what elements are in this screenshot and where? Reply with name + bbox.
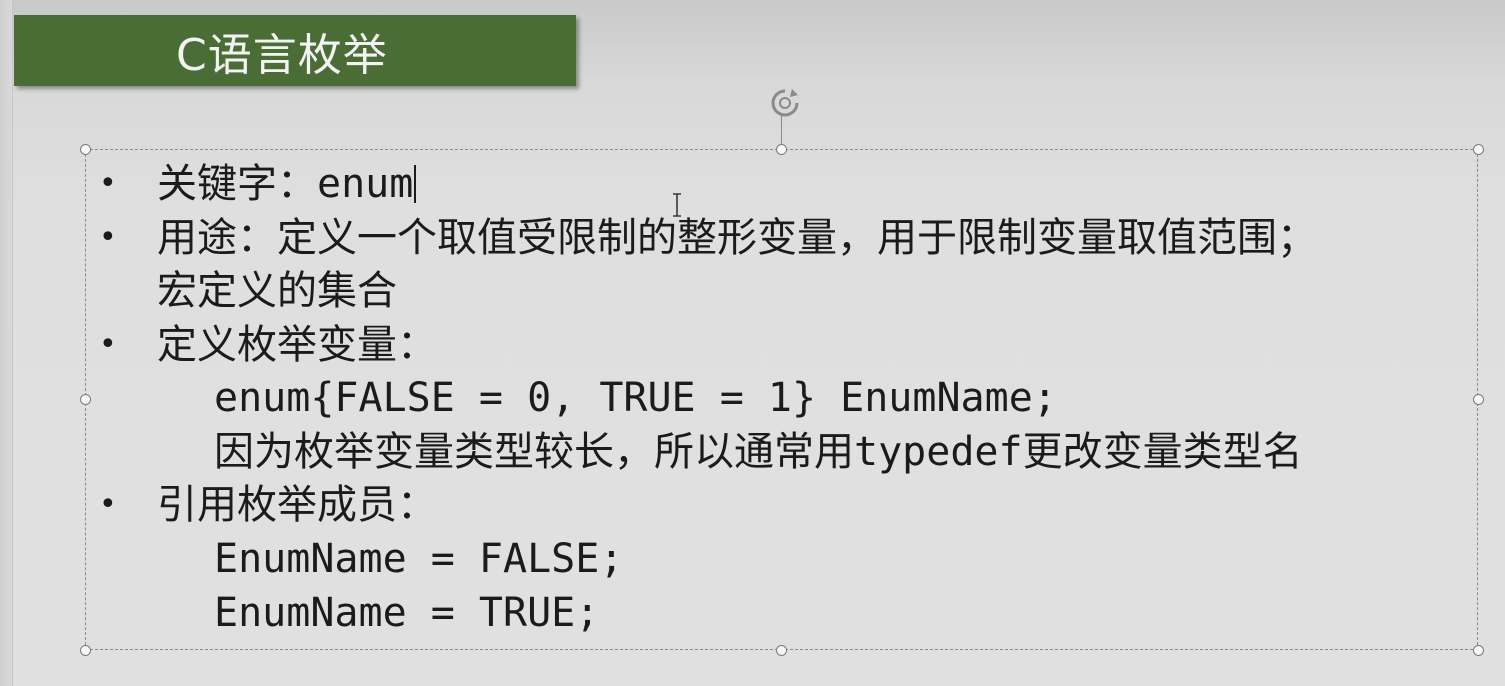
mouse-ibeam-cursor-icon bbox=[671, 193, 683, 220]
bullet-keyword[interactable]: 关键字：enum bbox=[157, 160, 417, 208]
resize-handle-bottom[interactable] bbox=[776, 645, 787, 656]
note-keyword: typedef bbox=[854, 429, 1023, 475]
slide-title: C语言枚举 bbox=[176, 29, 388, 81]
note-prefix: 因为枚举变量类型较长，所以通常用 bbox=[214, 429, 854, 475]
bullet-keyword-value: enum bbox=[317, 161, 414, 207]
text-caret bbox=[414, 165, 417, 203]
bullet-marker: • bbox=[99, 327, 117, 362]
bullet-marker: • bbox=[99, 487, 117, 522]
bullet-marker: • bbox=[99, 220, 117, 255]
bullet-marker: • bbox=[99, 166, 117, 201]
code-enum-definition[interactable]: enum{FALSE = 0, TRUE = 1} EnumName; bbox=[214, 374, 1057, 422]
bullet-purpose-line2[interactable]: 宏定义的集合 bbox=[157, 267, 397, 315]
resize-handle-top[interactable] bbox=[776, 144, 787, 155]
rotate-handle-icon[interactable] bbox=[768, 86, 802, 120]
resize-handle-bottom-right[interactable] bbox=[1473, 645, 1484, 656]
resize-handle-top-right[interactable] bbox=[1473, 144, 1484, 155]
bullet-define-label[interactable]: 定义枚举变量： bbox=[157, 321, 437, 369]
title-banner[interactable]: C语言枚举 bbox=[14, 15, 576, 86]
code-assign-false[interactable]: EnumName = FALSE; bbox=[214, 535, 623, 583]
bullet-keyword-label: 关键字： bbox=[157, 161, 317, 207]
bullet-define-note[interactable]: 因为枚举变量类型较长，所以通常用typedef更改变量类型名 bbox=[214, 428, 1303, 476]
code-assign-true[interactable]: EnumName = TRUE; bbox=[214, 589, 599, 637]
resize-handle-left[interactable] bbox=[80, 394, 91, 405]
resize-handle-top-left[interactable] bbox=[80, 144, 91, 155]
resize-handle-bottom-left[interactable] bbox=[80, 645, 91, 656]
bullet-purpose-line1[interactable]: 用途：定义一个取值受限制的整形变量，用于限制变量取值范围； bbox=[157, 214, 1317, 262]
resize-handle-right[interactable] bbox=[1473, 394, 1484, 405]
note-suffix: 更改变量类型名 bbox=[1022, 429, 1303, 475]
bullet-reference-label[interactable]: 引用枚举成员： bbox=[157, 481, 437, 529]
slide-left-edge bbox=[0, 0, 13, 686]
